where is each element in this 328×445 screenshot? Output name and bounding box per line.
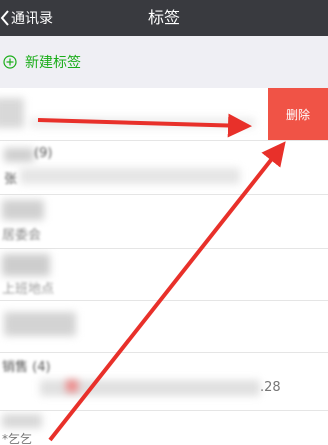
- tag-row[interactable]: 销售 (4) .28: [0, 352, 328, 411]
- tag-members-fragment: 张: [4, 172, 18, 187]
- tag-members-fragment: 居委会: [2, 228, 42, 243]
- tag-name-fragment: 销售 (4): [2, 360, 51, 375]
- tag-name-blurred: [0, 98, 24, 128]
- tag-members-blurred: [30, 118, 255, 128]
- tag-members-fragment: .28: [260, 380, 281, 395]
- tag-name-blurred: [2, 254, 50, 276]
- tag-row[interactable]: *乞乞: [0, 410, 328, 445]
- add-circle-icon: [3, 55, 17, 69]
- tag-name-blurred: [4, 148, 34, 162]
- tag-count-fragment: (9): [34, 146, 53, 161]
- tag-name-blurred: [2, 414, 42, 428]
- navigation-bar: 通讯录 标签: [0, 0, 328, 36]
- page-title: 标签: [147, 8, 180, 27]
- new-tag-button[interactable]: 新建标签: [0, 36, 328, 88]
- tag-row[interactable]: (9) 张: [0, 140, 328, 195]
- tag-row[interactable]: 上班地点: [0, 248, 328, 301]
- tag-name-blurred: [2, 200, 44, 220]
- tag-members-fragment: 上班地点: [2, 282, 55, 297]
- tag-row[interactable]: [0, 300, 328, 353]
- tag-members-fragment: *乞乞: [2, 432, 33, 445]
- tag-name-blurred: [4, 312, 76, 336]
- new-tag-label: 新建标签: [25, 55, 81, 71]
- tag-row[interactable]: 居委会: [0, 194, 328, 249]
- tag-list: (9) 张 居委会 上班地点 销售 (4) .28 *乞乞: [0, 88, 328, 445]
- delete-button[interactable]: 删除: [268, 88, 328, 140]
- tag-members-blurred: [66, 380, 78, 392]
- tag-members-blurred: [20, 168, 240, 184]
